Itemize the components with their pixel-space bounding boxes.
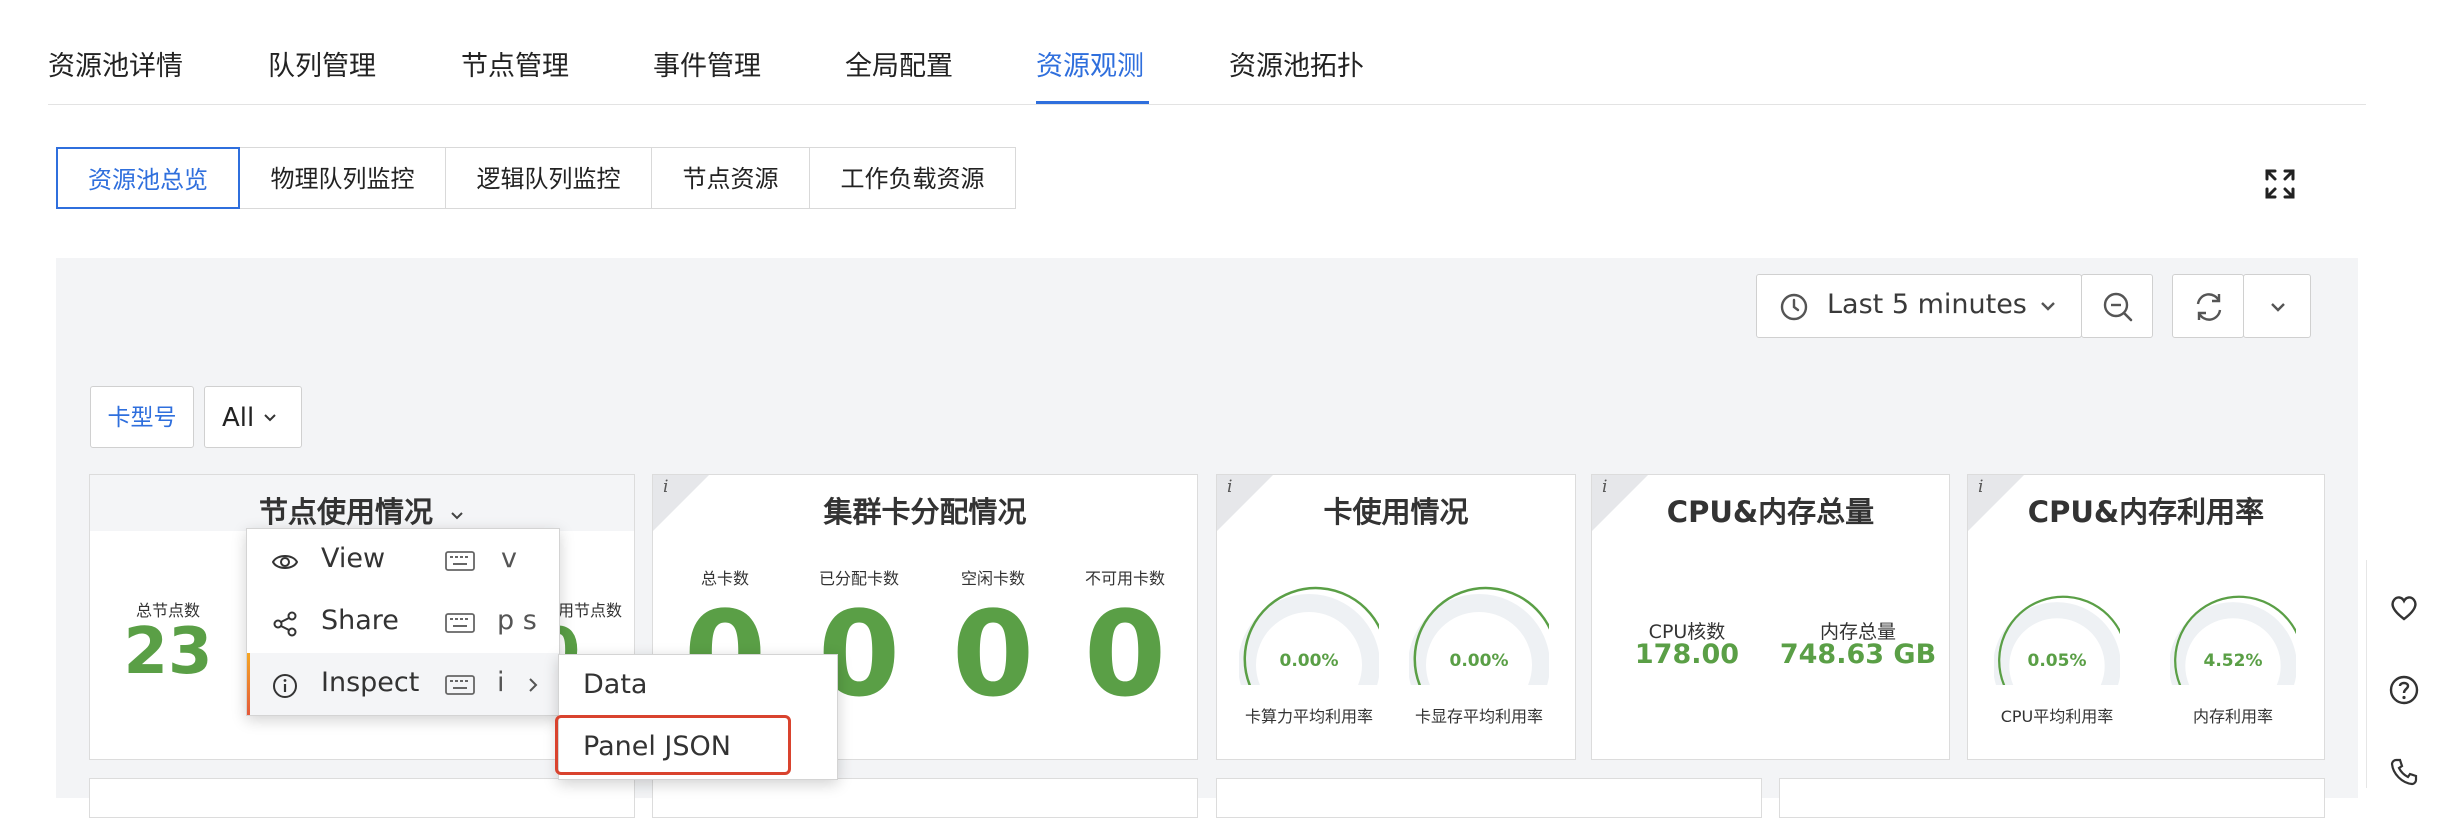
panel-title[interactable]: CPU&内存利用率	[1968, 489, 2324, 531]
chevron-down-icon	[2271, 303, 2285, 312]
subtab-physical-queue[interactable]: 物理队列监控	[239, 147, 446, 209]
tab-pool-topology[interactable]: 资源池拓扑	[1229, 44, 1364, 83]
menu-item-active-bar	[247, 653, 250, 715]
subtab-node-resource[interactable]: 节点资源	[651, 147, 810, 209]
submenu-item-data[interactable]: Data	[583, 669, 647, 700]
card-mem-util-value: 0.00%	[1449, 651, 1509, 671]
info-circle-icon	[273, 674, 297, 698]
mem-util-gauge	[2170, 595, 2296, 685]
keyboard-icon	[445, 551, 475, 571]
menu-item-view[interactable]: View v	[247, 529, 559, 591]
menu-item-shortcut: i	[497, 667, 505, 698]
chevron-down-icon	[264, 414, 276, 422]
zoom-out-button[interactable]	[2081, 274, 2153, 338]
menu-item-inspect[interactable]: Inspect i	[247, 653, 559, 715]
chevron-right-icon	[529, 678, 538, 692]
menu-item-label: View	[321, 543, 386, 574]
total-nodes-value: 23	[123, 615, 213, 689]
time-range-picker[interactable]: Last 5 minutes	[1756, 274, 2082, 338]
panel-row2-1	[89, 778, 635, 818]
clock-icon	[1780, 293, 1808, 321]
mem-util-value: 4.52%	[2203, 651, 2263, 671]
fullscreen-icon[interactable]	[2264, 168, 2296, 200]
card-compute-util-value: 0.00%	[1279, 651, 1339, 671]
submenu-item-panel-json[interactable]: Panel JSON	[583, 731, 731, 762]
subtab-logical-queue[interactable]: 逻辑队列监控	[445, 147, 652, 209]
chevron-down-icon	[2041, 302, 2055, 311]
inspect-submenu: Data Panel JSON	[555, 654, 838, 780]
panel-cpu-mem-total: i CPU&内存总量 CPU核数 178.00 内存总量 748.63 GB	[1591, 474, 1950, 760]
gauge-track	[2170, 602, 2296, 685]
card-type-select[interactable]: All	[204, 386, 302, 448]
subtab-workload-resource[interactable]: 工作负载资源	[809, 147, 1016, 209]
cpu-util-label: CPU平均利用率	[2000, 707, 2114, 726]
phone-icon[interactable]	[2388, 756, 2420, 788]
panel-row2-2	[652, 778, 1198, 818]
unavailable-cards-value: 0	[1083, 585, 1167, 723]
cpu-util-value: 0.05%	[2027, 651, 2087, 671]
keyboard-icon	[445, 675, 475, 695]
gauge-track	[1239, 594, 1379, 685]
panel-title[interactable]: 卡使用情况	[1217, 489, 1575, 531]
heart-icon[interactable]	[2388, 592, 2420, 624]
chevron-down-icon	[451, 512, 463, 520]
tabbar-divider	[48, 104, 2366, 105]
side-rail-divider	[2366, 560, 2367, 788]
panel-card-usage: i 卡使用情况 0.00% 卡算力平均利用率 0.00% 卡显存平均利用率	[1216, 474, 1576, 760]
tab-pool-detail[interactable]: 资源池详情	[48, 44, 183, 83]
tab-event-mgmt[interactable]: 事件管理	[653, 44, 761, 83]
cpu-util-gauge	[1994, 595, 2120, 685]
card-type-filter-label: 卡型号	[90, 386, 194, 448]
panel-cpu-mem-util: i CPU&内存利用率 0.05% CPU平均利用率 4.52% 内存利用率	[1967, 474, 2325, 760]
mem-util-label: 内存利用率	[2192, 707, 2273, 726]
idle-cards-value: 0	[951, 585, 1035, 723]
tab-resource-observe[interactable]: 资源观测	[1036, 44, 1144, 83]
cpu-cores-value: 178.00	[1634, 639, 1740, 670]
subtab-pool-overview[interactable]: 资源池总览	[56, 147, 240, 209]
zoom-out-icon	[2103, 292, 2133, 322]
mem-total-value: 748.63 GB	[1779, 639, 1937, 670]
gauge-track	[1409, 594, 1549, 685]
share-icon	[273, 611, 297, 637]
refresh-button[interactable]	[2172, 274, 2244, 338]
keyboard-icon	[445, 613, 475, 633]
menu-item-shortcut: p s	[497, 605, 537, 636]
menu-item-shortcut: v	[501, 543, 517, 574]
refresh-interval-dropdown[interactable]	[2243, 274, 2311, 338]
card-compute-util-label: 卡算力平均利用率	[1244, 707, 1373, 726]
card-mem-util-label: 卡显存平均利用率	[1414, 707, 1543, 726]
tab-global-config[interactable]: 全局配置	[845, 44, 953, 83]
menu-item-label: Share	[321, 605, 399, 636]
panel-context-menu: View v Share p s Inspect i	[246, 528, 560, 716]
panel-title[interactable]: 节点使用情况	[90, 489, 634, 531]
time-range-label: Last 5 minutes	[1827, 289, 2027, 320]
panel-row2-3	[1216, 778, 1762, 818]
gauge-track	[1994, 602, 2120, 685]
panel-title[interactable]: 集群卡分配情况	[653, 489, 1197, 531]
panel-title[interactable]: CPU&内存总量	[1592, 489, 1949, 531]
help-icon[interactable]	[2388, 674, 2420, 706]
panel-title-text: 节点使用情况	[258, 495, 433, 529]
menu-item-label: Inspect	[321, 667, 420, 698]
tab-queue-mgmt[interactable]: 队列管理	[268, 44, 376, 83]
refresh-icon	[2196, 293, 2222, 321]
tab-node-mgmt[interactable]: 节点管理	[461, 44, 569, 83]
eye-icon	[272, 555, 298, 569]
panel-row2-4	[1779, 778, 2325, 818]
card-type-value: All	[222, 403, 255, 433]
right-side-rail	[2366, 0, 2446, 788]
menu-item-share[interactable]: Share p s	[247, 591, 559, 653]
